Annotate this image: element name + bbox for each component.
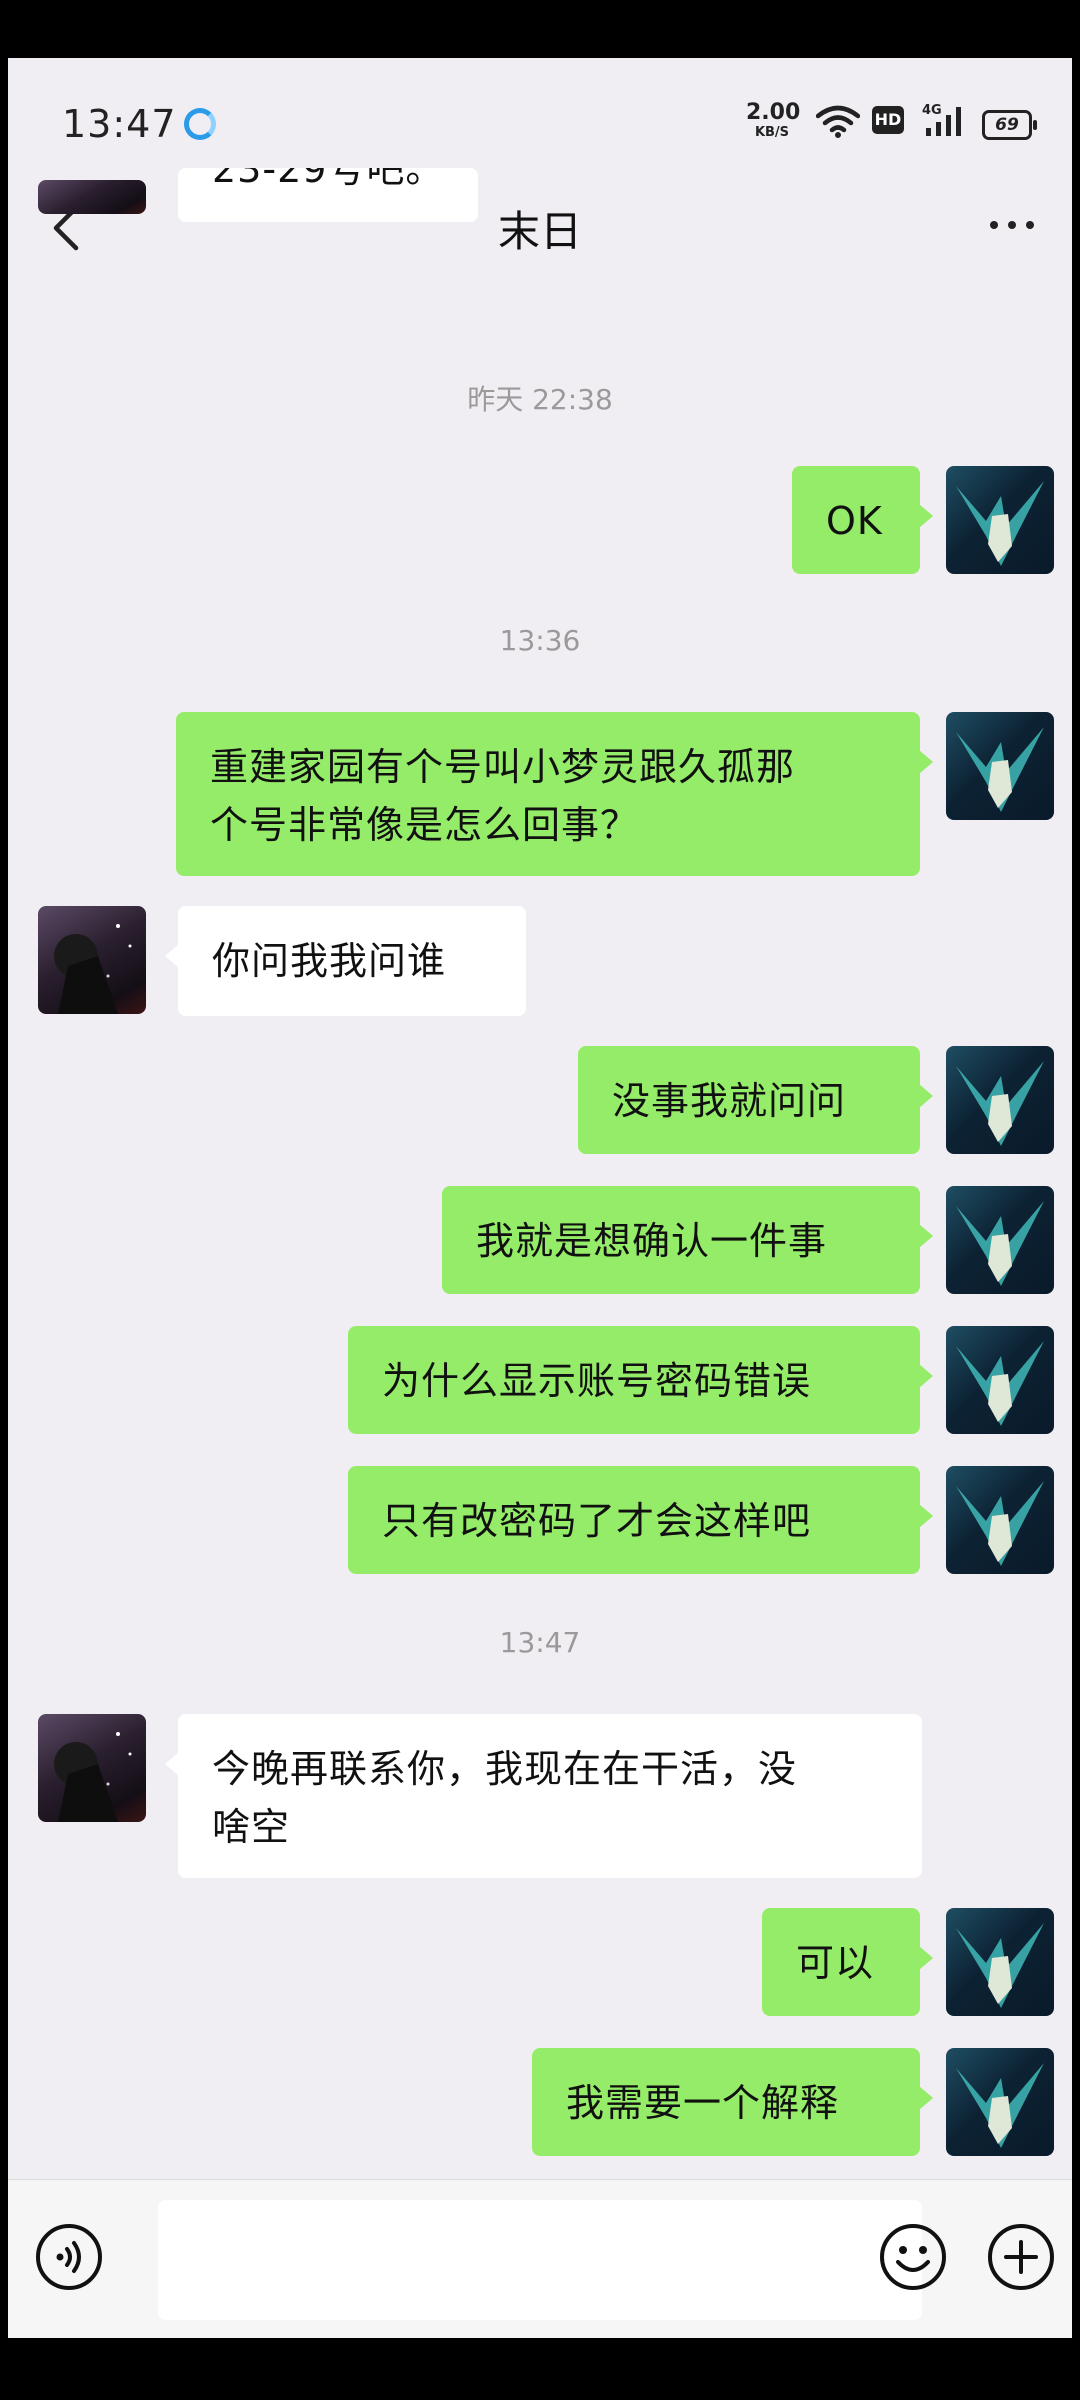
- message-text-line: 啥空: [212, 1805, 291, 1849]
- self-avatar[interactable]: [946, 1326, 1054, 1434]
- message-self: 没事我就问问: [578, 1046, 933, 1154]
- network-speed-value: 2.00: [746, 100, 801, 125]
- browser-notification-icon: [184, 108, 216, 140]
- more-icon[interactable]: [982, 210, 1042, 240]
- message-self: 重建家园有个号叫小梦灵跟久孤那 个号非常像是怎么回事？: [176, 712, 933, 876]
- peer-avatar-image: [54, 1732, 132, 1822]
- self-avatar-image: [956, 2063, 1044, 2148]
- self-avatar[interactable]: [946, 712, 1054, 820]
- signal-icon: 4G: [922, 103, 961, 136]
- self-avatar-image: [956, 1201, 1044, 1286]
- self-avatar[interactable]: [946, 2048, 1054, 2156]
- self-avatar-image: [956, 1061, 1044, 1146]
- message-text-line: 个号非常像是怎么回事？: [210, 803, 640, 847]
- self-avatar[interactable]: [946, 466, 1054, 574]
- input-bar: [8, 2179, 1072, 2338]
- signal-label: 4G: [922, 103, 942, 118]
- message-text-line: 重建家园有个号叫小梦灵跟久孤那: [210, 745, 796, 789]
- message-self: 只有改密码了才会这样吧: [348, 1466, 933, 1574]
- timestamp: 13:36: [499, 624, 581, 657]
- chat-title: 末日: [497, 207, 582, 256]
- message-peer: 今晚再联系你，我现在在干活，没 啥空: [165, 1714, 922, 1878]
- voice-icon[interactable]: [34, 2222, 104, 2292]
- self-avatar[interactable]: [946, 1908, 1054, 2016]
- timestamp: 13:47: [499, 1626, 581, 1659]
- message-self: 可以: [762, 1908, 933, 2016]
- self-avatar-image: [956, 1923, 1044, 2008]
- peer-avatar-image: [54, 924, 132, 1014]
- self-avatar-image: [956, 481, 1044, 566]
- self-avatar-image: [956, 1481, 1044, 1566]
- message-self: 为什么显示账号密码错误: [348, 1326, 933, 1434]
- timestamp: 昨天 22:38: [467, 383, 613, 416]
- network-speed-unit: KB/S: [754, 125, 790, 140]
- message-self: 我就是想确认一件事: [442, 1186, 933, 1294]
- battery-icon: 69: [982, 110, 1037, 140]
- plus-icon[interactable]: [986, 2222, 1056, 2292]
- self-avatar-image: [956, 727, 1044, 812]
- message-self: OK: [792, 466, 933, 574]
- message-text-line: 今晚再联系你，我现在在干活，没: [212, 1747, 798, 1791]
- emoji-icon[interactable]: [878, 2222, 948, 2292]
- self-avatar[interactable]: [946, 1186, 1054, 1294]
- peer-avatar[interactable]: [38, 180, 146, 214]
- status-time: 13:47: [62, 102, 177, 146]
- message-peer: 你问我我问谁: [165, 906, 526, 1016]
- self-avatar[interactable]: [946, 1466, 1054, 1574]
- message-text: 23-29号吧。: [212, 168, 445, 191]
- message-peer-partial: 23-29号吧。: [178, 168, 479, 222]
- hd-badge: HD: [872, 106, 904, 134]
- status-bar: 13:47 2.00 KB/S HD 4G 69: [8, 58, 1072, 188]
- message-self: 我需要一个解释: [532, 2048, 933, 2156]
- message-input[interactable]: [158, 2200, 922, 2320]
- peer-avatar[interactable]: [38, 1714, 146, 1822]
- network-speed: 2.00 KB/S: [746, 100, 801, 140]
- chat-screen: 13:47 2.00 KB/S HD 4G 69 末日 23-29号吧。 昨天 …: [8, 58, 1072, 2338]
- self-avatar-image: [956, 1341, 1044, 1426]
- peer-avatar[interactable]: [38, 906, 146, 1014]
- wifi-icon: [816, 105, 860, 138]
- self-avatar[interactable]: [946, 1046, 1054, 1154]
